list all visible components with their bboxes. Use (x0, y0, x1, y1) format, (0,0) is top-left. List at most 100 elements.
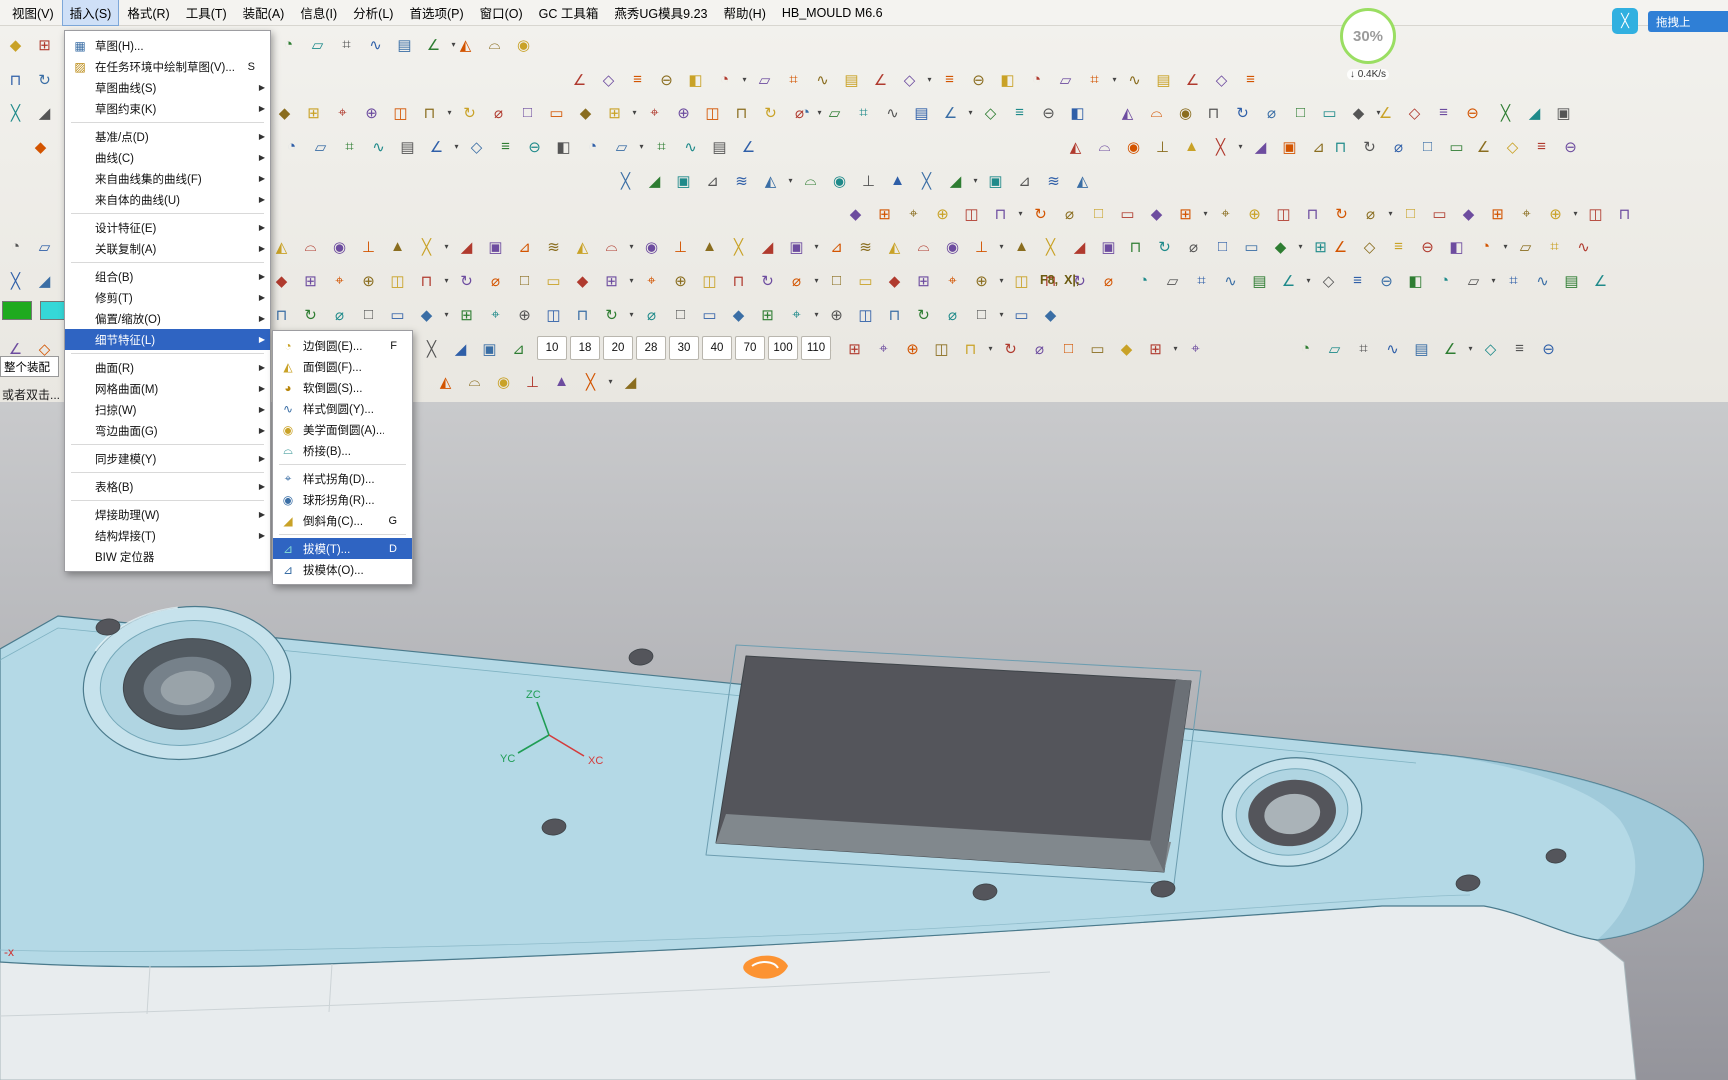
toolbar-icon[interactable]: ⌖ (641, 99, 668, 126)
toolbar-icon[interactable]: ◫ (696, 267, 723, 294)
toolbar-icon[interactable]: ◆ (572, 99, 599, 126)
toolbar-icon[interactable]: ⊕ (1542, 200, 1569, 227)
toolbar-icon[interactable]: ◫ (699, 99, 726, 126)
toolbar-icon[interactable]: □ (968, 301, 995, 328)
toolbar-icon[interactable]: ╳ (725, 233, 752, 260)
toolbar-icon[interactable]: ╳ (612, 167, 639, 194)
toolbar-icon[interactable]: ╳ (1037, 233, 1064, 260)
dropdown-caret-icon[interactable]: ▾ (1201, 209, 1210, 218)
toolbar-icon[interactable]: ⊕ (667, 267, 694, 294)
toolbar-icon[interactable]: ⊞ (1484, 200, 1511, 227)
toolbar-icon[interactable]: ◫ (540, 301, 567, 328)
toolbar-icon[interactable]: ◫ (384, 267, 411, 294)
toolbar-icon[interactable]: ⊞ (754, 301, 781, 328)
toolbar-icon[interactable]: ◆ (1037, 301, 1064, 328)
toolbar-icon[interactable]: ⌀ (1180, 233, 1207, 260)
toolbar-icon[interactable]: ⊖ (965, 66, 992, 93)
dropdown-caret-icon[interactable]: ▾ (1171, 344, 1180, 353)
toolbar-icon[interactable]: ◭ (757, 167, 784, 194)
menu-item[interactable]: 网格曲面(M)▶ (65, 378, 270, 399)
grid-size-button[interactable]: 30 (669, 336, 699, 360)
toolbar-icon[interactable]: ∠ (1587, 267, 1614, 294)
dropdown-caret-icon[interactable]: ▾ (442, 310, 451, 319)
toolbar-icon[interactable]: ⌓ (481, 31, 508, 58)
dropdown-caret-icon[interactable]: ▾ (971, 176, 980, 185)
dropdown-caret-icon[interactable]: ▾ (812, 242, 821, 251)
dropdown-caret-icon[interactable]: ▾ (445, 108, 454, 117)
dropdown-caret-icon[interactable]: ▾ (740, 75, 749, 84)
menu-item[interactable]: 同步建模(Y)▶ (65, 448, 270, 469)
dropdown-caret-icon[interactable]: ▾ (606, 377, 615, 386)
menu-item[interactable]: 草图曲线(S)▶ (65, 77, 270, 98)
menubar-item[interactable]: 插入(S) (62, 0, 120, 26)
toolbar-icon[interactable]: ◫ (928, 335, 955, 362)
toolbar-icon[interactable]: ⊥ (355, 233, 382, 260)
toolbar-icon[interactable]: ▲ (1178, 133, 1205, 160)
menubar-item[interactable]: 视图(V) (4, 0, 62, 26)
toolbar-icon[interactable]: ⌀ (1056, 200, 1083, 227)
toolbar-icon[interactable]: ◔ (1023, 66, 1050, 93)
toolbar-icon[interactable]: ╳ (577, 368, 604, 395)
menubar-item[interactable]: 燕秀UG模具9.23 (606, 0, 715, 26)
toolbar-icon[interactable]: □ (514, 99, 541, 126)
drag-upload-pill[interactable]: 拖拽上 (1648, 11, 1728, 32)
toolbar-icon[interactable]: ◭ (268, 233, 295, 260)
toolbar-icon[interactable]: ⌗ (780, 66, 807, 93)
dropdown-caret-icon[interactable]: ▾ (1296, 242, 1305, 251)
toolbar-icon[interactable]: ⊞ (1172, 200, 1199, 227)
toolbar-icon[interactable]: ∿ (1121, 66, 1148, 93)
dropdown-caret-icon[interactable]: ▾ (637, 142, 646, 151)
toolbar-icon[interactable]: ∠ (735, 133, 762, 160)
dropdown-caret-icon[interactable]: ▾ (442, 276, 451, 285)
toolbar-icon[interactable]: ⊕ (899, 335, 926, 362)
toolbar-icon[interactable]: ∿ (362, 31, 389, 58)
toolbar-icon[interactable]: ≡ (1006, 99, 1033, 126)
toolbar-icon[interactable]: ◢ (1521, 99, 1548, 126)
dropdown-caret-icon[interactable]: ▾ (1016, 209, 1025, 218)
toolbar-icon[interactable]: □ (823, 267, 850, 294)
toolbar-icon[interactable]: ⊿ (511, 233, 538, 260)
menu-item[interactable]: 基准/点(D)▶ (65, 126, 270, 147)
toolbar-icon[interactable]: ◢ (447, 335, 474, 362)
toolbar-icon[interactable]: ⊓ (881, 301, 908, 328)
toolbar-icon[interactable]: □ (1287, 99, 1314, 126)
toolbar-icon[interactable]: ⊖ (1414, 233, 1441, 260)
menu-item[interactable]: ∿样式倒圆(Y)... (273, 398, 412, 419)
toolbar-icon[interactable]: ◆ (27, 133, 54, 160)
menubar-item[interactable]: 窗口(O) (472, 0, 531, 26)
toolbar-icon[interactable]: ⌗ (648, 133, 675, 160)
toolbar-icon[interactable]: ◫ (387, 99, 414, 126)
toolbar-icon[interactable]: ↻ (453, 267, 480, 294)
toolbar-icon[interactable]: ≋ (1040, 167, 1067, 194)
toolbar-icon[interactable]: ⊞ (453, 301, 480, 328)
toolbar-icon[interactable]: ↻ (997, 335, 1024, 362)
toolbar-icon[interactable]: ∠ (1327, 233, 1354, 260)
toolbar-icon[interactable]: ⌗ (336, 133, 363, 160)
menu-item[interactable]: 来自曲线集的曲线(F)▶ (65, 168, 270, 189)
menu-item[interactable]: 修剪(T)▶ (65, 287, 270, 308)
toolbar-icon[interactable]: ◔ (1431, 267, 1458, 294)
toolbar-icon[interactable]: ▣ (783, 233, 810, 260)
toolbar-icon[interactable]: ∿ (879, 99, 906, 126)
toolbar-icon[interactable]: ▭ (1114, 200, 1141, 227)
toolbar-icon[interactable]: ⊥ (855, 167, 882, 194)
toolbar-icon[interactable]: ⌀ (939, 301, 966, 328)
toolbar-icon[interactable]: ⊓ (725, 267, 752, 294)
grid-size-button[interactable]: 70 (735, 336, 765, 360)
toolbar-icon[interactable]: ∿ (365, 133, 392, 160)
fkey-button[interactable]: X|, (1064, 269, 1079, 291)
toolbar-icon[interactable]: ⌀ (783, 267, 810, 294)
net-speed-widget[interactable]: 30% ↓ 0.4K/s (1337, 8, 1399, 82)
dropdown-caret-icon[interactable]: ▾ (966, 108, 975, 117)
toolbar-icon[interactable]: ↻ (1356, 133, 1383, 160)
toolbar-icon[interactable]: ⊓ (1299, 200, 1326, 227)
dropdown-caret-icon[interactable]: ▾ (1571, 209, 1580, 218)
toolbar-icon[interactable]: ◭ (1069, 167, 1096, 194)
toolbar-icon[interactable]: ▭ (1426, 200, 1453, 227)
toolbar-icon[interactable]: ≡ (1430, 99, 1457, 126)
toolbar-icon[interactable]: ◉ (490, 368, 517, 395)
toolbar-icon[interactable]: ∠ (1437, 335, 1464, 362)
toolbar-icon[interactable]: ⌗ (1500, 267, 1527, 294)
toolbar-icon[interactable]: ◆ (413, 301, 440, 328)
toolbar-icon[interactable]: ◇ (1315, 267, 1342, 294)
